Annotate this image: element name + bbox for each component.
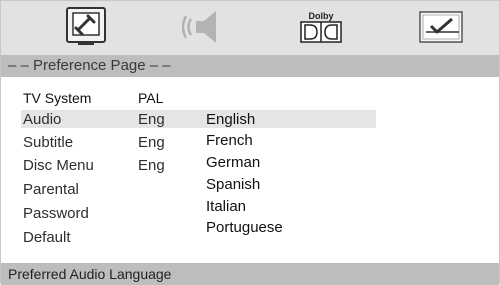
option-italian[interactable]: Italian xyxy=(206,198,246,215)
setup-tab-bar: Dolby xyxy=(1,1,499,55)
dolby-icon xyxy=(300,21,342,43)
preference-check-icon xyxy=(419,11,463,43)
menu-item-audio[interactable]: Audio xyxy=(23,111,61,128)
option-spanish[interactable]: Spanish xyxy=(206,176,260,193)
page-title: – – Preference Page – – xyxy=(8,57,171,74)
menu-item-password[interactable]: Password xyxy=(23,205,89,222)
selected-row-highlight xyxy=(21,110,376,128)
tv-system-value: PAL xyxy=(138,90,164,106)
option-german[interactable]: German xyxy=(206,154,260,171)
menu-item-parental[interactable]: Parental xyxy=(23,181,79,198)
page-header: – – Preference Page – – xyxy=(1,55,499,77)
preference-setup-tab[interactable] xyxy=(413,4,469,50)
dolby-label: Dolby xyxy=(308,11,334,21)
option-english[interactable]: English xyxy=(206,111,255,128)
status-bar: Preferred Audio Language xyxy=(1,263,499,285)
audio-setup-tab[interactable] xyxy=(179,4,229,50)
menu-item-tv-system[interactable]: TV System xyxy=(23,90,91,106)
general-setup-tab[interactable] xyxy=(61,4,111,50)
menu-item-default[interactable]: Default xyxy=(23,229,71,246)
status-hint: Preferred Audio Language xyxy=(8,266,172,282)
subtitle-value: Eng xyxy=(138,134,165,151)
osd-frame: Dolby – – Preference Page – – TV System … xyxy=(0,0,500,285)
menu-item-disc-menu[interactable]: Disc Menu xyxy=(23,157,94,174)
audio-value: Eng xyxy=(138,111,165,128)
dolby-setup-tab[interactable]: Dolby xyxy=(297,4,345,50)
option-french[interactable]: French xyxy=(206,132,253,149)
menu-item-subtitle[interactable]: Subtitle xyxy=(23,134,73,151)
option-portuguese[interactable]: Portuguese xyxy=(206,219,283,236)
general-setup-icon xyxy=(66,7,106,45)
audio-speaker-icon xyxy=(182,11,216,43)
disc-menu-value: Eng xyxy=(138,157,165,174)
